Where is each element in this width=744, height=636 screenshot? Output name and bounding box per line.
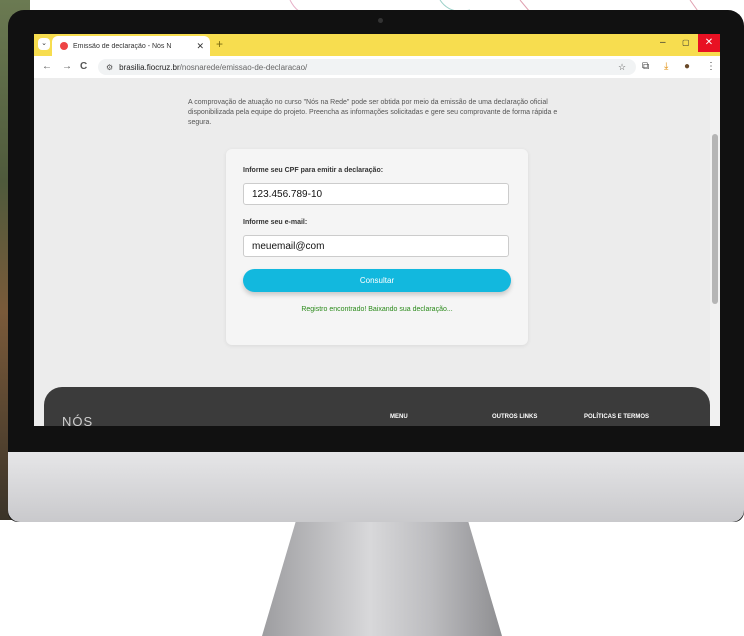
bookmark-star-icon[interactable]: ☆ bbox=[618, 62, 626, 73]
email-input[interactable]: meuemail@com bbox=[243, 235, 509, 257]
page-scrollbar[interactable] bbox=[710, 78, 720, 426]
cpf-label: Informe seu CPF para emitir a declaração… bbox=[243, 167, 384, 174]
url-path: /nosnarede/emissao-de-declaracao/ bbox=[179, 62, 308, 72]
site-info-icon[interactable]: ⚙ bbox=[106, 63, 113, 72]
footer-policies-heading: POLÍTICAS E TERMOS bbox=[584, 414, 650, 420]
status-message: Registro encontrado! Baixando sua declar… bbox=[301, 306, 453, 313]
declaration-form-card: Informe seu CPF para emitir a declaração… bbox=[226, 149, 528, 345]
profile-avatar-icon[interactable]: ● bbox=[684, 61, 690, 72]
email-label: Informe seu e-mail: bbox=[243, 219, 308, 226]
page-content: A comprovação de atuação no curso "Nós n… bbox=[34, 78, 720, 426]
download-icon[interactable]: ⤓ bbox=[664, 61, 668, 72]
new-tab-icon[interactable]: + bbox=[216, 37, 223, 51]
footer-menu-heading: MENU bbox=[390, 414, 408, 420]
tab-active[interactable]: Emissão de declaração - Nós N ✕ bbox=[52, 36, 210, 56]
window-close-icon[interactable]: ✕ bbox=[698, 34, 720, 52]
extensions-icon[interactable]: ⧉ bbox=[642, 61, 649, 72]
browser-window: ⌄ Emissão de declaração - Nós N ✕ + – ▢ … bbox=[34, 34, 720, 426]
maximize-icon[interactable]: ▢ bbox=[682, 38, 690, 47]
url-host: brasilia.fiocruz.br bbox=[119, 62, 180, 72]
monitor-chin bbox=[8, 452, 744, 522]
favicon-icon bbox=[60, 42, 68, 50]
toolbar: ← → C ⚙ brasilia.fiocruz.br /nosnarede/e… bbox=[34, 56, 720, 79]
intro-paragraph: A comprovação de atuação no curso "Nós n… bbox=[188, 99, 558, 126]
footer-logo[interactable]: NÓS bbox=[62, 414, 93, 426]
footer-links-heading: OUTROS LINKS bbox=[492, 414, 538, 420]
site-footer: NÓS MENU OUTROS LINKS POLÍTICAS E TERMOS bbox=[44, 387, 710, 426]
tab-search-icon[interactable]: ⌄ bbox=[38, 38, 50, 50]
back-icon[interactable]: ← bbox=[42, 61, 52, 72]
tab-title: Emissão de declaração - Nós N bbox=[73, 42, 172, 50]
menu-kebab-icon[interactable]: ⋮ bbox=[706, 61, 716, 72]
address-bar[interactable]: ⚙ brasilia.fiocruz.br /nosnarede/emissao… bbox=[98, 59, 636, 75]
scrollbar-thumb[interactable] bbox=[712, 134, 718, 304]
minimize-icon[interactable]: – bbox=[660, 37, 666, 48]
monitor-stand bbox=[262, 522, 502, 636]
cpf-input[interactable]: 123.456.789-10 bbox=[243, 183, 509, 205]
reload-icon[interactable]: C bbox=[80, 61, 87, 72]
tab-close-icon[interactable]: ✕ bbox=[196, 41, 204, 52]
consult-button[interactable]: Consultar bbox=[243, 269, 511, 292]
forward-icon[interactable]: → bbox=[62, 61, 72, 72]
camera-dot bbox=[378, 18, 383, 23]
tab-strip: ⌄ Emissão de declaração - Nós N ✕ + – ▢ … bbox=[34, 34, 720, 56]
